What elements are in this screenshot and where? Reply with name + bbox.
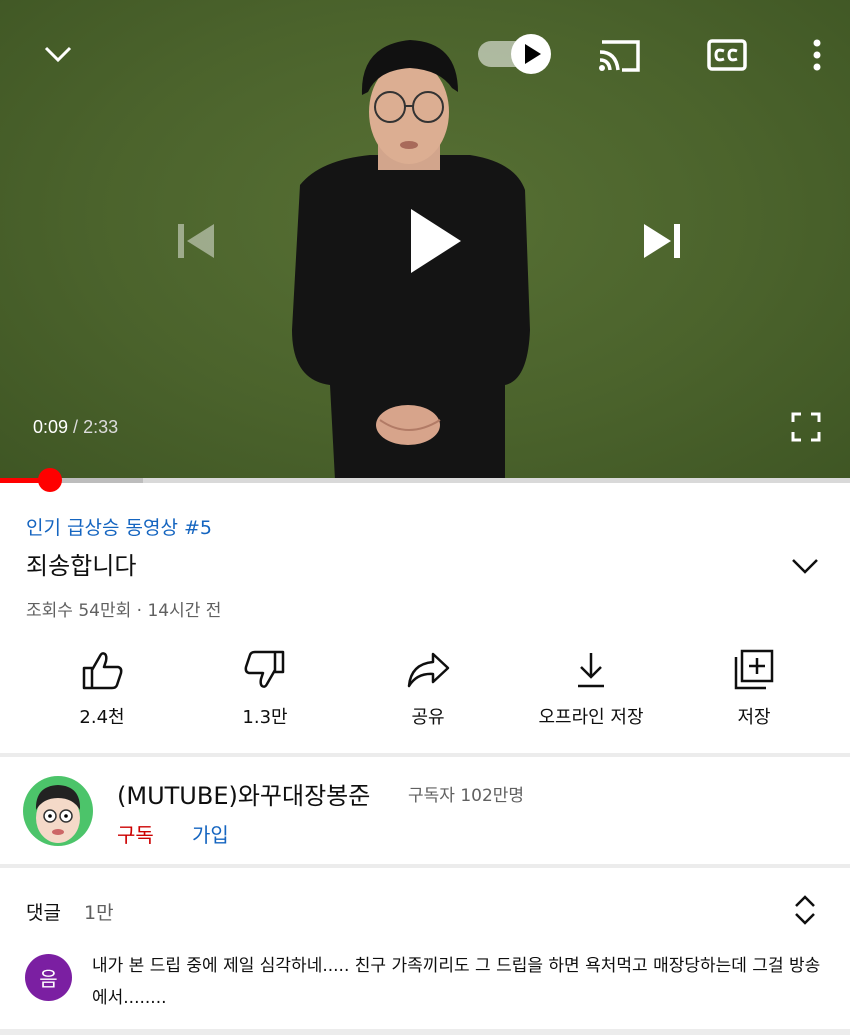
play-button[interactable]	[390, 196, 480, 286]
thumbs-up-icon	[82, 652, 123, 690]
expand-comments-button[interactable]	[792, 893, 818, 927]
save-label: 저장	[737, 707, 771, 728]
channel-avatar[interactable]	[23, 776, 93, 846]
video-player[interactable]: 0:09 / 2:33	[0, 0, 850, 480]
comments-label[interactable]: 댓글	[26, 898, 61, 925]
like-count: 2.4천	[79, 707, 125, 728]
cast-button[interactable]	[594, 34, 644, 76]
fullscreen-button[interactable]	[786, 408, 826, 446]
next-button[interactable]	[634, 214, 690, 268]
more-vert-icon	[813, 39, 821, 71]
video-title: 죄송합니다	[26, 552, 137, 580]
time-separator: /	[68, 417, 84, 437]
join-button[interactable]: 가입	[192, 819, 229, 848]
seek-handle[interactable]	[38, 468, 63, 492]
channel-avatar-image	[35, 785, 81, 843]
download-button[interactable]: 오프라인 저장	[521, 645, 661, 729]
share-label: 공유	[411, 707, 445, 728]
current-time: 0:09	[33, 417, 69, 437]
thumbs-down-icon	[244, 650, 285, 688]
chevron-down-icon	[44, 46, 72, 63]
dislike-button[interactable]: 1.3만	[195, 645, 335, 729]
time-display: 0:09 / 2:33	[33, 417, 118, 438]
comments-count: 1만	[84, 902, 114, 924]
subscriber-count: 구독자 102만명	[408, 786, 525, 806]
play-icon	[411, 209, 461, 273]
skip-previous-icon	[178, 224, 214, 258]
comment-text: 내가 본 드립 중에 제일 심각하네..... 친구 가족끼리도 그 드립을 하…	[92, 956, 821, 1008]
chevron-down-icon	[792, 559, 818, 574]
comment-author-avatar[interactable]: 음	[25, 954, 72, 1001]
save-button[interactable]: 저장	[684, 645, 824, 729]
add-to-playlist-icon	[734, 649, 774, 690]
duration: 2:33	[83, 417, 119, 437]
divider	[0, 753, 850, 757]
captions-button[interactable]	[704, 34, 750, 76]
subscribe-button[interactable]: 구독	[117, 819, 154, 848]
cc-icon	[707, 39, 747, 71]
skip-next-icon	[644, 224, 680, 258]
autoplay-toggle-icon	[478, 34, 551, 74]
trending-label[interactable]: 인기 급상승 동영상 #5	[26, 513, 212, 540]
channel-name[interactable]: (MUTUBE)와꾸대장봉준	[117, 776, 370, 811]
download-icon	[578, 653, 604, 688]
previous-button[interactable]	[168, 214, 224, 268]
expand-description-button[interactable]	[790, 556, 820, 580]
video-meta: 조회수 54만회 · 14시간 전	[26, 601, 222, 621]
more-options-button[interactable]	[800, 34, 834, 76]
cast-icon	[599, 40, 640, 72]
collapse-button[interactable]	[38, 36, 78, 72]
download-label: 오프라인 저장	[538, 707, 644, 728]
share-button[interactable]: 공유	[358, 645, 498, 729]
autoplay-toggle[interactable]	[476, 32, 554, 76]
unfold-icon	[795, 895, 815, 925]
dislike-count: 1.3만	[242, 707, 288, 728]
share-icon	[407, 652, 450, 688]
like-button[interactable]: 2.4천	[32, 645, 172, 729]
fullscreen-icon	[791, 412, 821, 442]
divider	[0, 1029, 850, 1035]
divider	[0, 864, 850, 868]
